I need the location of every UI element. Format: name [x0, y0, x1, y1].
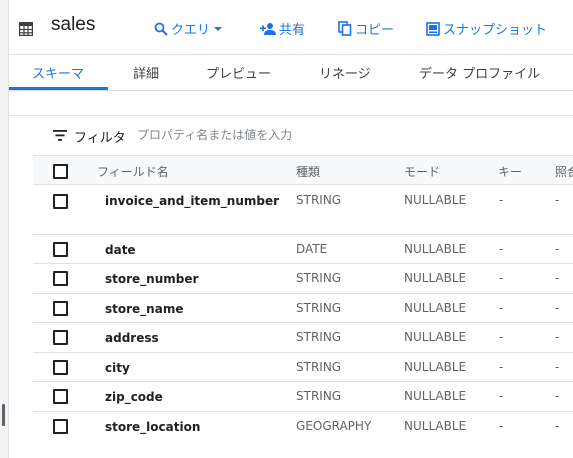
select-all-checkbox[interactable]: [53, 164, 68, 179]
field-name: city: [105, 361, 130, 375]
copy-button[interactable]: コピー: [338, 19, 394, 38]
table-row: address STRING NULLABLE - -: [33, 323, 573, 353]
active-tab-indicator: [9, 87, 108, 90]
table-header-row: フィールド名 種類 モード キー 照合: [33, 155, 573, 185]
field-name: address: [105, 331, 159, 345]
field-mode: NULLABLE: [404, 301, 467, 315]
field-key: -: [499, 360, 504, 374]
field-name: store_location: [105, 420, 201, 434]
tab-schema[interactable]: スキーマ: [32, 63, 84, 82]
field-key: -: [499, 271, 504, 285]
field-key: -: [499, 301, 504, 315]
tab-bar: スキーマ 詳細 プレビュー リネージ データ プロファイル: [9, 54, 573, 91]
field-type: STRING: [296, 330, 342, 344]
person-add-icon: [260, 22, 276, 35]
table-row: store_name STRING NULLABLE - -: [33, 294, 573, 323]
field-collation: -: [555, 242, 560, 256]
page-title: sales: [51, 14, 96, 35]
snapshot-button-label: スナップショット: [443, 23, 548, 38]
schema-table: フィールド名 種類 モード キー 照合 invoice_and_item_num…: [33, 155, 573, 442]
field-type: STRING: [296, 389, 342, 403]
field-type: STRING: [296, 301, 342, 315]
table-icon: [19, 22, 33, 36]
field-key: -: [499, 389, 504, 403]
row-checkbox[interactable]: [53, 419, 68, 434]
field-mode: NULLABLE: [404, 330, 467, 344]
copy-icon: [338, 21, 352, 36]
field-type: DATE: [296, 242, 328, 256]
tab-preview[interactable]: プレビュー: [206, 63, 271, 82]
column-header-collation: 照合: [555, 165, 573, 179]
table-row: city STRING NULLABLE - -: [33, 353, 573, 382]
field-mode: NULLABLE: [404, 193, 467, 207]
table-row: zip_code STRING NULLABLE - -: [33, 382, 573, 412]
resize-handle[interactable]: [2, 404, 5, 426]
field-key: -: [499, 242, 504, 256]
row-checkbox[interactable]: [53, 271, 68, 286]
filter-icon: [53, 130, 67, 141]
share-button[interactable]: 共有: [260, 19, 305, 38]
field-mode: NULLABLE: [404, 389, 467, 403]
table-row: date DATE NULLABLE - -: [33, 235, 573, 264]
share-button-label: 共有: [279, 23, 306, 38]
row-checkbox[interactable]: [53, 330, 68, 345]
field-collation: -: [555, 419, 560, 433]
column-header-mode: モード: [404, 165, 441, 179]
table-row: store_number STRING NULLABLE - -: [33, 264, 573, 294]
row-checkbox[interactable]: [53, 194, 68, 209]
field-collation: -: [555, 193, 560, 207]
column-header-key: キー: [498, 165, 523, 179]
column-header-field-name: フィールド名: [97, 165, 169, 179]
tab-lineage[interactable]: リネージ: [319, 63, 371, 82]
field-collation: -: [555, 301, 560, 315]
field-collation: -: [555, 271, 560, 285]
tab-data-profile[interactable]: データ プロファイル: [419, 63, 540, 82]
table-row: store_location GEOGRAPHY NULLABLE - -: [33, 412, 573, 442]
filter-bar: フィルタ: [9, 115, 573, 156]
field-type: STRING: [296, 360, 342, 374]
row-checkbox[interactable]: [53, 242, 68, 257]
column-header-type: 種類: [296, 165, 321, 179]
tab-details[interactable]: 詳細: [133, 63, 159, 82]
query-button[interactable]: クエリ: [154, 19, 223, 38]
field-mode: NULLABLE: [404, 242, 467, 256]
table-header: sales クエリ 共有 コピー スナップショット: [9, 0, 573, 55]
field-collation: -: [555, 360, 560, 374]
row-checkbox[interactable]: [53, 360, 68, 375]
field-mode: NULLABLE: [404, 360, 467, 374]
field-collation: -: [555, 330, 560, 344]
query-button-label: クエリ: [171, 23, 211, 38]
field-name: store_number: [105, 272, 199, 286]
chevron-down-icon: [214, 26, 223, 31]
search-icon: [154, 22, 168, 36]
left-panel-edge: [0, 0, 9, 458]
copy-button-label: コピー: [355, 23, 395, 38]
field-key: -: [499, 330, 504, 344]
filter-input[interactable]: [137, 124, 437, 146]
field-type: STRING: [296, 193, 342, 207]
row-checkbox[interactable]: [53, 389, 68, 404]
field-name: zip_code: [105, 390, 163, 404]
snapshot-button[interactable]: スナップショット: [426, 19, 547, 38]
field-name: store_name: [105, 302, 184, 316]
filter-label: フィルタ: [74, 131, 126, 146]
row-checkbox[interactable]: [53, 301, 68, 316]
snapshot-icon: [426, 21, 440, 36]
field-type: STRING: [296, 271, 342, 285]
field-type: GEOGRAPHY: [296, 419, 372, 433]
field-key: -: [499, 193, 504, 207]
field-name: invoice_and_item_number: [105, 194, 280, 208]
field-key: -: [499, 419, 504, 433]
field-name: date: [105, 243, 136, 257]
field-mode: NULLABLE: [404, 271, 467, 285]
field-mode: NULLABLE: [404, 419, 467, 433]
table-row: invoice_and_item_number STRING NULLABLE …: [33, 185, 573, 235]
field-collation: -: [555, 389, 560, 403]
